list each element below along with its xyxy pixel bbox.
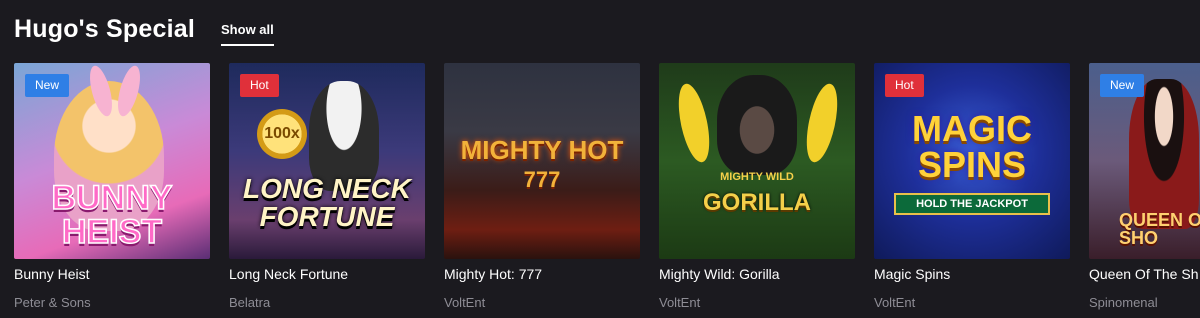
game-logo-top: MIGHTY WILD [720, 171, 794, 183]
coin-icon: 100x [257, 109, 307, 159]
hot-badge: Hot [885, 74, 924, 97]
banana-icon [672, 81, 716, 165]
game-card-long-neck-fortune[interactable]: Hot 100x LONG NECK FORTUNE Long Neck For… [229, 63, 425, 310]
game-name[interactable]: Bunny Heist [14, 266, 210, 282]
show-all-link[interactable]: Show all [221, 22, 274, 46]
game-logo-sub: HOLD THE JACKPOT [894, 193, 1050, 215]
game-logo: MIGHTY HOT [460, 135, 624, 165]
game-name[interactable]: Magic Spins [874, 266, 1070, 282]
game-carousel: New BUNNY HEIST Bunny Heist Peter & Sons… [14, 63, 1200, 310]
game-card-magic-spins[interactable]: Hot MAGIC SPINS HOLD THE JACKPOT Magic S… [874, 63, 1070, 310]
section-header: Hugo's Special Show all [14, 14, 274, 46]
game-card-queen-of-the-shogun[interactable]: New QUEEN OF THE SHO Queen Of The Sh Spi… [1089, 63, 1200, 310]
banana-icon [800, 81, 844, 165]
game-provider: Belatra [229, 295, 271, 310]
game-logo: QUEEN OF THE SHO [1119, 210, 1200, 248]
game-logo-sub: 777 [523, 167, 561, 192]
game-provider: Spinomenal [1089, 295, 1158, 310]
game-thumbnail[interactable]: Hot MAGIC SPINS HOLD THE JACKPOT [874, 63, 1070, 259]
game-logo: LONG NECK FORTUNE [243, 173, 411, 232]
game-card-bunny-heist[interactable]: New BUNNY HEIST Bunny Heist Peter & Sons [14, 63, 210, 310]
game-card-mighty-hot-777[interactable]: MIGHTY HOT 777 Mighty Hot: 777 VoltEnt [444, 63, 640, 310]
game-thumbnail[interactable]: MIGHTY HOT 777 [444, 63, 640, 259]
game-provider: VoltEnt [659, 295, 701, 310]
game-name[interactable]: Mighty Hot: 777 [444, 266, 640, 282]
game-thumbnail[interactable]: New QUEEN OF THE SHO [1089, 63, 1200, 259]
gorilla-illustration [717, 75, 797, 175]
game-name[interactable]: Long Neck Fortune [229, 266, 425, 282]
game-logo: BUNNY HEIST [51, 179, 173, 251]
new-badge: New [1100, 74, 1145, 97]
queen-illustration [1129, 79, 1199, 229]
hugos-special-section: Hugo's Special Show all New BUNNY HEIST … [0, 0, 1200, 318]
game-name[interactable]: Queen Of The Sh [1089, 266, 1200, 282]
game-thumbnail[interactable]: MIGHTY WILD GORILLA [659, 63, 855, 259]
section-title: Hugo's Special [14, 15, 196, 43]
new-badge: New [25, 74, 70, 97]
game-name[interactable]: Mighty Wild: Gorilla [659, 266, 855, 282]
game-logo: MAGIC SPINS [912, 108, 1032, 185]
game-thumbnail[interactable]: New BUNNY HEIST [14, 63, 210, 259]
game-card-mighty-wild-gorilla[interactable]: MIGHTY WILD GORILLA Mighty Wild: Gorilla… [659, 63, 855, 310]
game-thumbnail[interactable]: Hot 100x LONG NECK FORTUNE [229, 63, 425, 259]
game-provider: Peter & Sons [14, 295, 91, 310]
game-logo: GORILLA [703, 189, 811, 216]
game-provider: VoltEnt [874, 295, 916, 310]
hot-badge: Hot [240, 74, 279, 97]
game-provider: VoltEnt [444, 295, 486, 310]
